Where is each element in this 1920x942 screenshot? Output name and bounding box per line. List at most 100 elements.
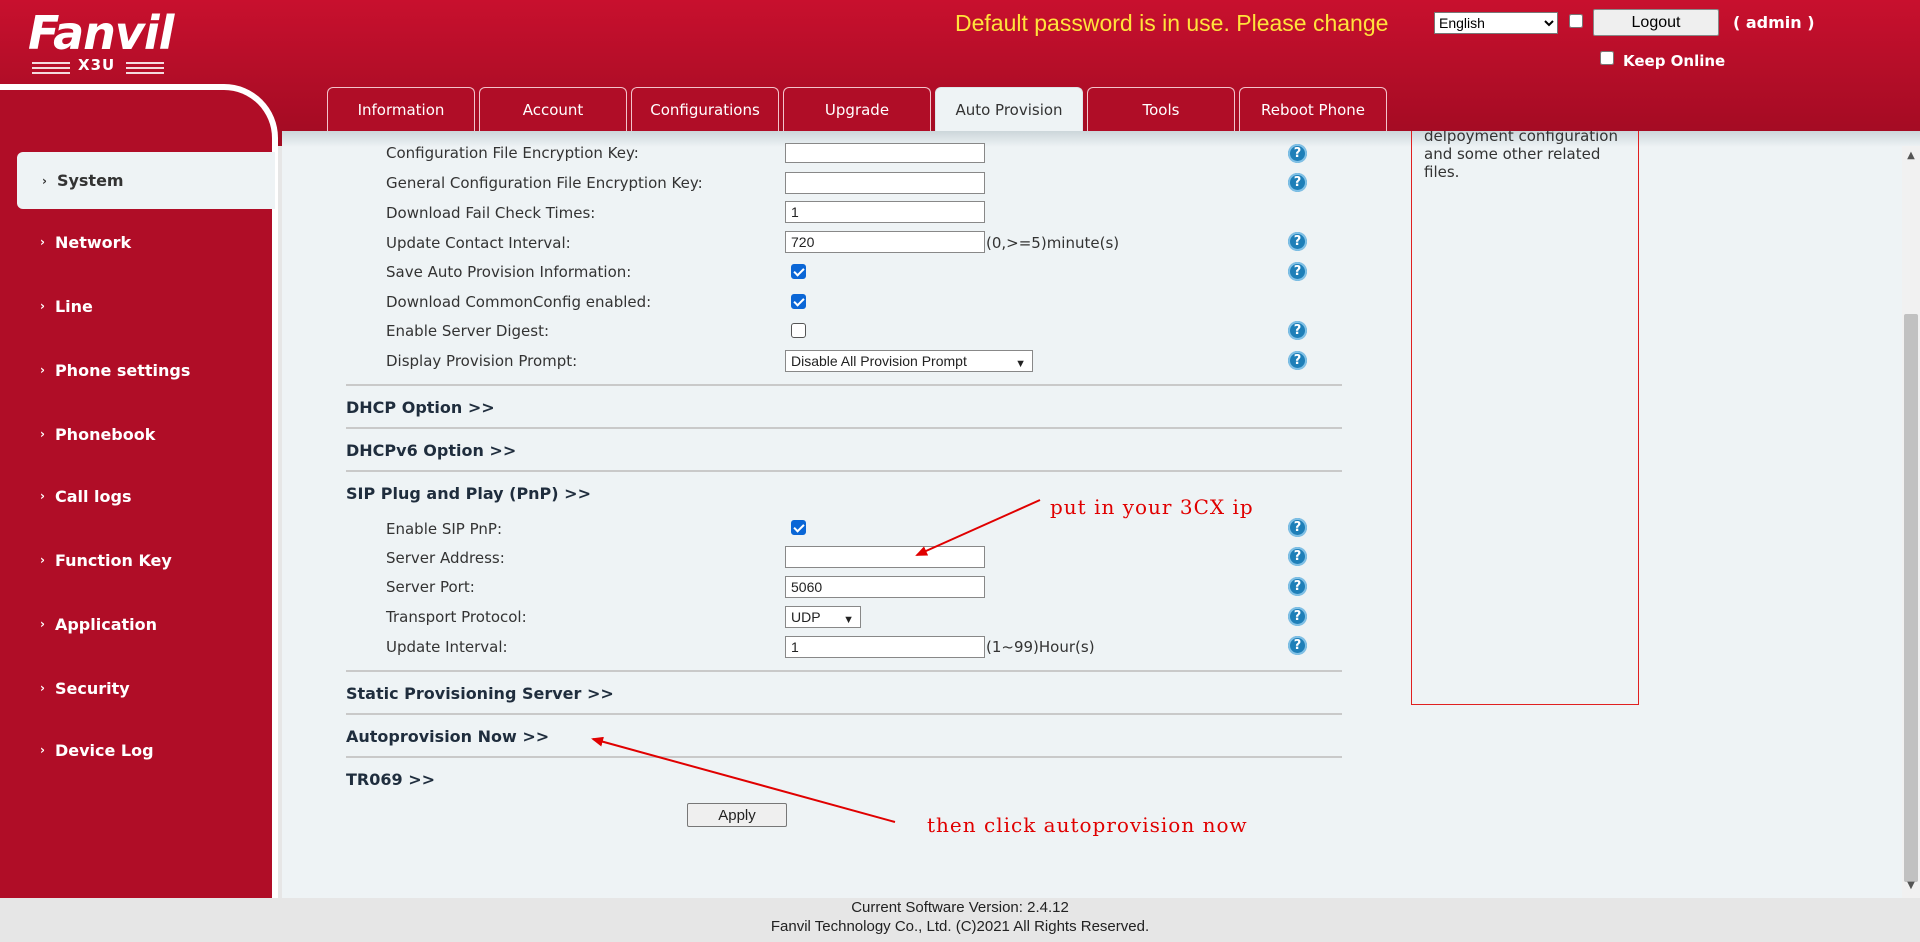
download-common-checkbox[interactable] xyxy=(791,294,806,309)
config-key-input[interactable] xyxy=(785,143,985,163)
sidebar-item-label: Call logs xyxy=(54,486,132,506)
chevron-down-icon: ▼ xyxy=(1015,358,1026,370)
general-key-input[interactable] xyxy=(785,172,985,194)
divider xyxy=(346,427,1342,429)
sidebar-item-network[interactable]: › Network xyxy=(0,214,272,270)
sidebar-item-call-logs[interactable]: › Call logs xyxy=(0,468,272,524)
section-autoprovision-now[interactable]: Autoprovision Now >> xyxy=(346,727,549,746)
help-text-cut: delpoyment configuration xyxy=(1424,131,1618,145)
chevron-right-icon: › xyxy=(42,173,47,188)
annotation-put-ip: put in your 3CX ip xyxy=(1050,495,1254,519)
sidebar-item-label: Phone settings xyxy=(54,360,191,380)
help-icon[interactable]: ? xyxy=(1288,232,1307,251)
tab-reboot-phone[interactable]: Reboot Phone xyxy=(1239,87,1387,131)
help-icon[interactable]: ? xyxy=(1288,321,1307,340)
display-prompt-select[interactable]: Disable All Provision Prompt ▼ xyxy=(785,350,1033,372)
sidebar-item-phone-settings[interactable]: › Phone settings xyxy=(0,342,272,398)
scroll-up-arrow-icon[interactable]: ▲ xyxy=(1902,150,1920,164)
download-common-label: Download CommonConfig enabled: xyxy=(386,293,652,311)
help-icon[interactable]: ? xyxy=(1288,518,1307,537)
sidebar-item-function-key[interactable]: › Function Key xyxy=(0,532,272,588)
tab-account[interactable]: Account xyxy=(479,87,627,131)
update-contact-unit: (0,>=5)minute(s) xyxy=(986,234,1120,252)
save-info-label: Save Auto Provision Information: xyxy=(386,263,632,281)
scroll-thumb[interactable] xyxy=(1904,314,1918,882)
chevron-right-icon: › xyxy=(40,489,45,503)
sidebar-item-label: Security xyxy=(54,678,130,698)
brand-name: Fanvil xyxy=(28,6,174,60)
sidebar-item-security[interactable]: › Security xyxy=(0,660,272,716)
tab-configurations[interactable]: Configurations xyxy=(631,87,779,131)
help-icon[interactable]: ? xyxy=(1288,173,1307,192)
header-checkbox[interactable] xyxy=(1569,14,1583,28)
vertical-scrollbar[interactable]: ▲ ▼ xyxy=(1902,146,1920,898)
keep-online-label: Keep Online xyxy=(1623,52,1726,70)
section-sip-pnp[interactable]: SIP Plug and Play (PnP) >> xyxy=(346,484,591,503)
logo-lines-left xyxy=(32,62,70,76)
help-icon[interactable]: ? xyxy=(1288,607,1307,626)
scroll-down-arrow-icon[interactable]: ▼ xyxy=(1902,880,1920,894)
server-port-input[interactable]: 5060 xyxy=(785,576,985,598)
help-icon[interactable]: ? xyxy=(1288,577,1307,596)
top-tabs: Information Account Configurations Upgra… xyxy=(327,87,1387,131)
sidebar-item-label: Application xyxy=(54,614,158,634)
transport-protocol-select[interactable]: UDP ▼ xyxy=(785,606,861,628)
logo-lines-right xyxy=(126,62,164,76)
divider xyxy=(346,384,1342,386)
keep-online-checkbox[interactable] xyxy=(1600,51,1614,65)
server-digest-label: Enable Server Digest: xyxy=(386,322,550,340)
update-interval-input[interactable]: 1 xyxy=(785,636,985,658)
password-warning[interactable]: Default password is in use. Please chang… xyxy=(955,10,1388,37)
update-interval-label: Update Interval: xyxy=(386,638,508,656)
sidebar: › System › Network › Line › Phone settin… xyxy=(0,84,278,898)
section-dhcpv6-option[interactable]: DHCPv6 Option >> xyxy=(346,441,516,460)
sidebar-item-system[interactable]: › System xyxy=(17,152,275,209)
model-name: X3U xyxy=(78,56,116,74)
sidebar-item-device-log[interactable]: › Device Log xyxy=(0,722,272,778)
sidebar-item-label: Phonebook xyxy=(54,424,156,444)
logout-button[interactable]: Logout xyxy=(1593,9,1719,36)
language-select[interactable]: English xyxy=(1434,12,1558,34)
fanvil-logo: Fanvil X3U xyxy=(28,6,174,76)
chevron-right-icon: › xyxy=(40,553,45,567)
tab-upgrade[interactable]: Upgrade xyxy=(783,87,931,131)
save-info-checkbox[interactable] xyxy=(791,264,806,279)
sidebar-item-label: Line xyxy=(54,296,93,316)
header: Fanvil X3U Default password is in use. P… xyxy=(0,0,1920,146)
display-prompt-value: Disable All Provision Prompt xyxy=(791,353,967,369)
transport-protocol-label: Transport Protocol: xyxy=(386,608,527,626)
help-description-box: delpoyment configuration and some other … xyxy=(1411,131,1639,705)
apply-button[interactable]: Apply xyxy=(687,803,787,827)
tab-tools[interactable]: Tools xyxy=(1087,87,1235,131)
help-icon[interactable]: ? xyxy=(1288,547,1307,566)
tab-auto-provision[interactable]: Auto Provision xyxy=(935,87,1083,131)
sidebar-item-line[interactable]: › Line xyxy=(0,278,272,334)
fail-check-input[interactable]: 1 xyxy=(785,201,985,223)
update-contact-input[interactable]: 720 xyxy=(785,231,985,253)
server-port-label: Server Port: xyxy=(386,578,475,596)
help-icon[interactable]: ? xyxy=(1288,636,1307,655)
divider xyxy=(346,756,1342,758)
server-address-input[interactable] xyxy=(785,546,985,568)
help-icon[interactable]: ? xyxy=(1288,262,1307,281)
sidebar-item-label: Network xyxy=(54,232,132,252)
server-address-label: Server Address: xyxy=(386,549,505,567)
help-icon[interactable]: ? xyxy=(1288,351,1307,370)
transport-protocol-value: UDP xyxy=(791,609,821,625)
help-icon[interactable]: ? xyxy=(1288,144,1307,163)
section-static-provisioning-server[interactable]: Static Provisioning Server >> xyxy=(346,684,614,703)
help-text: and some other related files. xyxy=(1424,145,1601,181)
sidebar-item-label: Function Key xyxy=(54,550,172,570)
copyright: Fanvil Technology Co., Ltd. (C)2021 All … xyxy=(770,918,1150,935)
sidebar-item-application[interactable]: › Application xyxy=(0,596,272,652)
section-tr069[interactable]: TR069 >> xyxy=(346,770,435,789)
pnp-enable-checkbox[interactable] xyxy=(791,520,806,535)
fail-check-label: Download Fail Check Times: xyxy=(386,204,596,222)
general-key-label: General Configuration File Encryption Ke… xyxy=(386,174,703,192)
section-dhcp-option[interactable]: DHCP Option >> xyxy=(346,398,495,417)
server-digest-checkbox[interactable] xyxy=(791,323,806,338)
sidebar-item-phonebook[interactable]: › Phonebook xyxy=(0,406,272,462)
tab-information[interactable]: Information xyxy=(327,87,475,131)
config-key-label: Configuration File Encryption Key: xyxy=(386,144,639,162)
chevron-right-icon: › xyxy=(40,235,45,249)
